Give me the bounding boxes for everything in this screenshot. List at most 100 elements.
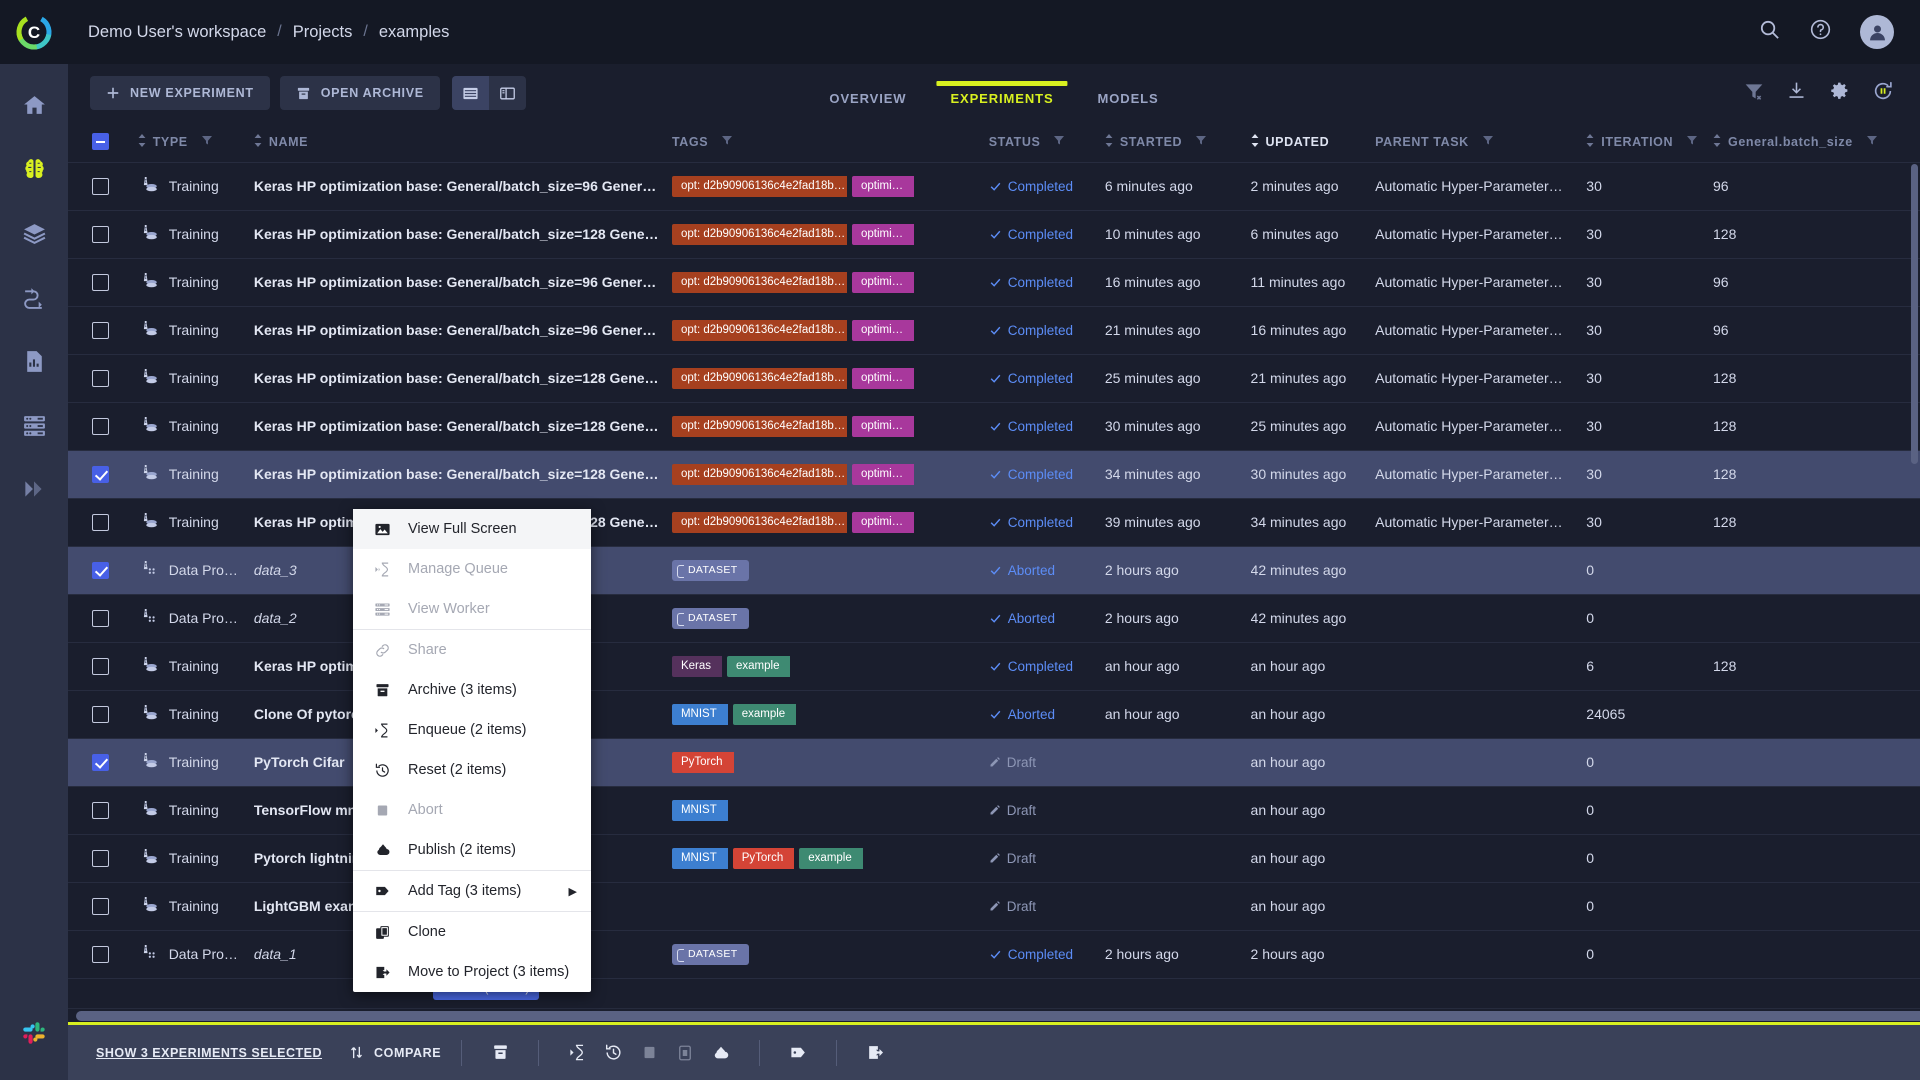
breadcrumb-workspace[interactable]: Demo User's workspace [88,23,266,42]
row-checkbox[interactable] [92,177,109,195]
sort-icon[interactable] [1586,133,1594,150]
cell-select[interactable] [68,162,138,210]
th-parent-task[interactable]: PARENT TASK [1375,122,1587,163]
experiment-name[interactable]: Keras HP optimization base: General/batc… [254,466,666,482]
tag-chip[interactable]: opt: d2b90906136c4e2fad18b… [671,271,847,293]
tag-chip[interactable]: optimi… [851,223,915,245]
download-icon[interactable] [1786,80,1807,106]
tag-chip[interactable]: optimi… [851,319,915,341]
add-tag-action-button[interactable] [780,1035,816,1071]
cell-name[interactable]: Keras HP optimization base: General/batc… [254,450,672,498]
th-select-all[interactable] [68,122,138,163]
table-row[interactable]: Training Keras HP optimi… Keras example Comp… [68,642,1920,690]
tag-chip[interactable]: opt: d2b90906136c4e2fad18b… [671,223,847,245]
tag-chip[interactable]: PyTorch [732,847,795,869]
row-checkbox[interactable] [92,465,109,483]
cell-select[interactable] [68,258,138,306]
row-checkbox[interactable] [92,753,109,771]
row-checkbox[interactable] [92,561,109,579]
table-row[interactable]: Training PyTorch Cifar PyTorch Draft an hour… [68,738,1920,786]
tag-chip[interactable]: PyTorch [671,751,734,773]
open-archive-button[interactable]: OPEN ARCHIVE [279,76,440,110]
tag-chip[interactable]: optimi… [851,367,915,389]
tag-chip[interactable]: DATASET [671,607,749,629]
tag-chip[interactable]: example [727,655,791,677]
row-checkbox[interactable] [92,417,109,435]
th-batch-size[interactable]: General.batch_size [1713,122,1920,163]
tag-chip[interactable]: DATASET [671,559,749,581]
table-row[interactable]: Training LightGBM exam… Draft an hour ago 0 [68,882,1920,930]
cell-select[interactable] [68,450,138,498]
vertical-scrollbar[interactable] [1911,164,1918,464]
table-row[interactable]: Data Pro… data_2 DATASET Aborted 2 hours ago… [68,594,1920,642]
tag-chip[interactable]: opt: d2b90906136c4e2fad18b… [671,319,847,341]
sidebar-item-home[interactable] [11,84,57,126]
cell-name[interactable]: Keras HP optimization base: General/batc… [254,162,672,210]
sidebar-item-reports[interactable] [11,340,57,382]
tag-chip[interactable]: optimi… [851,463,915,485]
row-checkbox[interactable] [92,945,109,963]
table-row[interactable]: TrainingKeras HP optimization base: Gene… [68,258,1920,306]
sidebar-item-projects[interactable] [11,148,57,190]
abort-all-action-button[interactable] [667,1035,703,1071]
sort-icon[interactable] [1713,133,1721,150]
row-checkbox[interactable] [92,657,109,675]
sidebar-item-pipelines[interactable] [11,276,57,318]
tag-chip[interactable]: optimi… [851,175,915,197]
filter-icon[interactable] [1482,134,1494,149]
sort-icon[interactable] [138,133,146,150]
show-selected-link[interactable]: SHOW 3 EXPERIMENTS SELECTED [96,1046,322,1060]
autorefresh-icon[interactable] [1872,80,1894,107]
breadcrumb-examples[interactable]: examples [379,23,450,42]
menu-item-enqueue-2-items[interactable]: Enqueue (2 items) [353,710,591,750]
cell-select[interactable] [68,546,138,594]
tag-chip[interactable]: opt: d2b90906136c4e2fad18b… [671,511,847,533]
search-icon[interactable] [1758,18,1781,46]
compare-button[interactable]: COMPARE [348,1044,441,1061]
context-menu[interactable]: View Full Screen Manage Queue View Worker S… [353,509,591,992]
table-row[interactable]: TrainingKeras HP optimization base: Gene… [68,162,1920,210]
filter-icon[interactable] [1866,134,1878,149]
row-checkbox[interactable] [92,369,109,387]
menu-item-reset-2-items[interactable]: Reset (2 items) [353,750,591,790]
gear-icon[interactable] [1829,80,1850,106]
tag-chip[interactable]: opt: d2b90906136c4e2fad18b… [671,175,847,197]
menu-item-archive-3-items[interactable]: Archive (3 items) [353,670,591,710]
move-to-project-action-button[interactable] [857,1035,893,1071]
menu-item-clone[interactable]: Clone [353,912,591,952]
tab-models[interactable]: MODELS [1076,92,1181,122]
cell-select[interactable] [68,306,138,354]
tab-overview[interactable]: OVERVIEW [807,92,928,122]
sidebar-item-slack[interactable] [11,1012,57,1054]
sort-icon-active[interactable] [1251,133,1259,150]
sidebar-item-expand[interactable] [11,468,57,510]
tab-experiments[interactable]: EXPERIMENTS [928,81,1075,122]
row-checkbox[interactable] [92,801,109,819]
cell-select[interactable] [68,882,138,930]
tag-chip[interactable]: DATASET [671,943,749,965]
experiment-name[interactable]: Keras HP optimization base: General/batc… [254,322,666,338]
sidebar-item-workers[interactable] [11,404,57,446]
table-row[interactable]: TrainingKeras HP optimization base: Gene… [68,402,1920,450]
table-row[interactable]: TrainingKeras HP optimization base: Gene… [68,498,1920,546]
tag-chip[interactable]: optimi… [851,511,915,533]
table-row[interactable]: Training Clone Of pytorch… MNIST example Abo… [68,690,1920,738]
table-row[interactable]: TrainingKeras HP optimization base: Gene… [68,450,1920,498]
table-row[interactable]: Training TensorFlow mni… MNIST Draft an hour… [68,786,1920,834]
cell-select[interactable] [68,738,138,786]
row-checkbox[interactable] [92,609,109,627]
cell-select[interactable] [68,210,138,258]
horizontal-scrollbar[interactable] [76,1011,1920,1021]
experiment-name[interactable]: Keras HP optimization base: General/batc… [254,370,666,386]
table-row[interactable]: Training Pytorch lightning… MNIST PyTorch ex… [68,834,1920,882]
cell-name[interactable]: Keras HP optimization base: General/batc… [254,210,672,258]
breadcrumb-projects[interactable]: Projects [293,23,353,42]
cell-select[interactable] [68,354,138,402]
tag-chip[interactable]: example [799,847,863,869]
tag-chip[interactable]: example [732,703,797,725]
menu-item-move-to-project-3-items[interactable]: Move to Project (3 items) [353,952,591,992]
enqueue-action-button[interactable] [559,1035,595,1071]
tag-chip[interactable]: optimi… [851,415,915,437]
row-checkbox[interactable] [92,705,109,723]
th-iteration[interactable]: ITERATION [1586,122,1713,163]
